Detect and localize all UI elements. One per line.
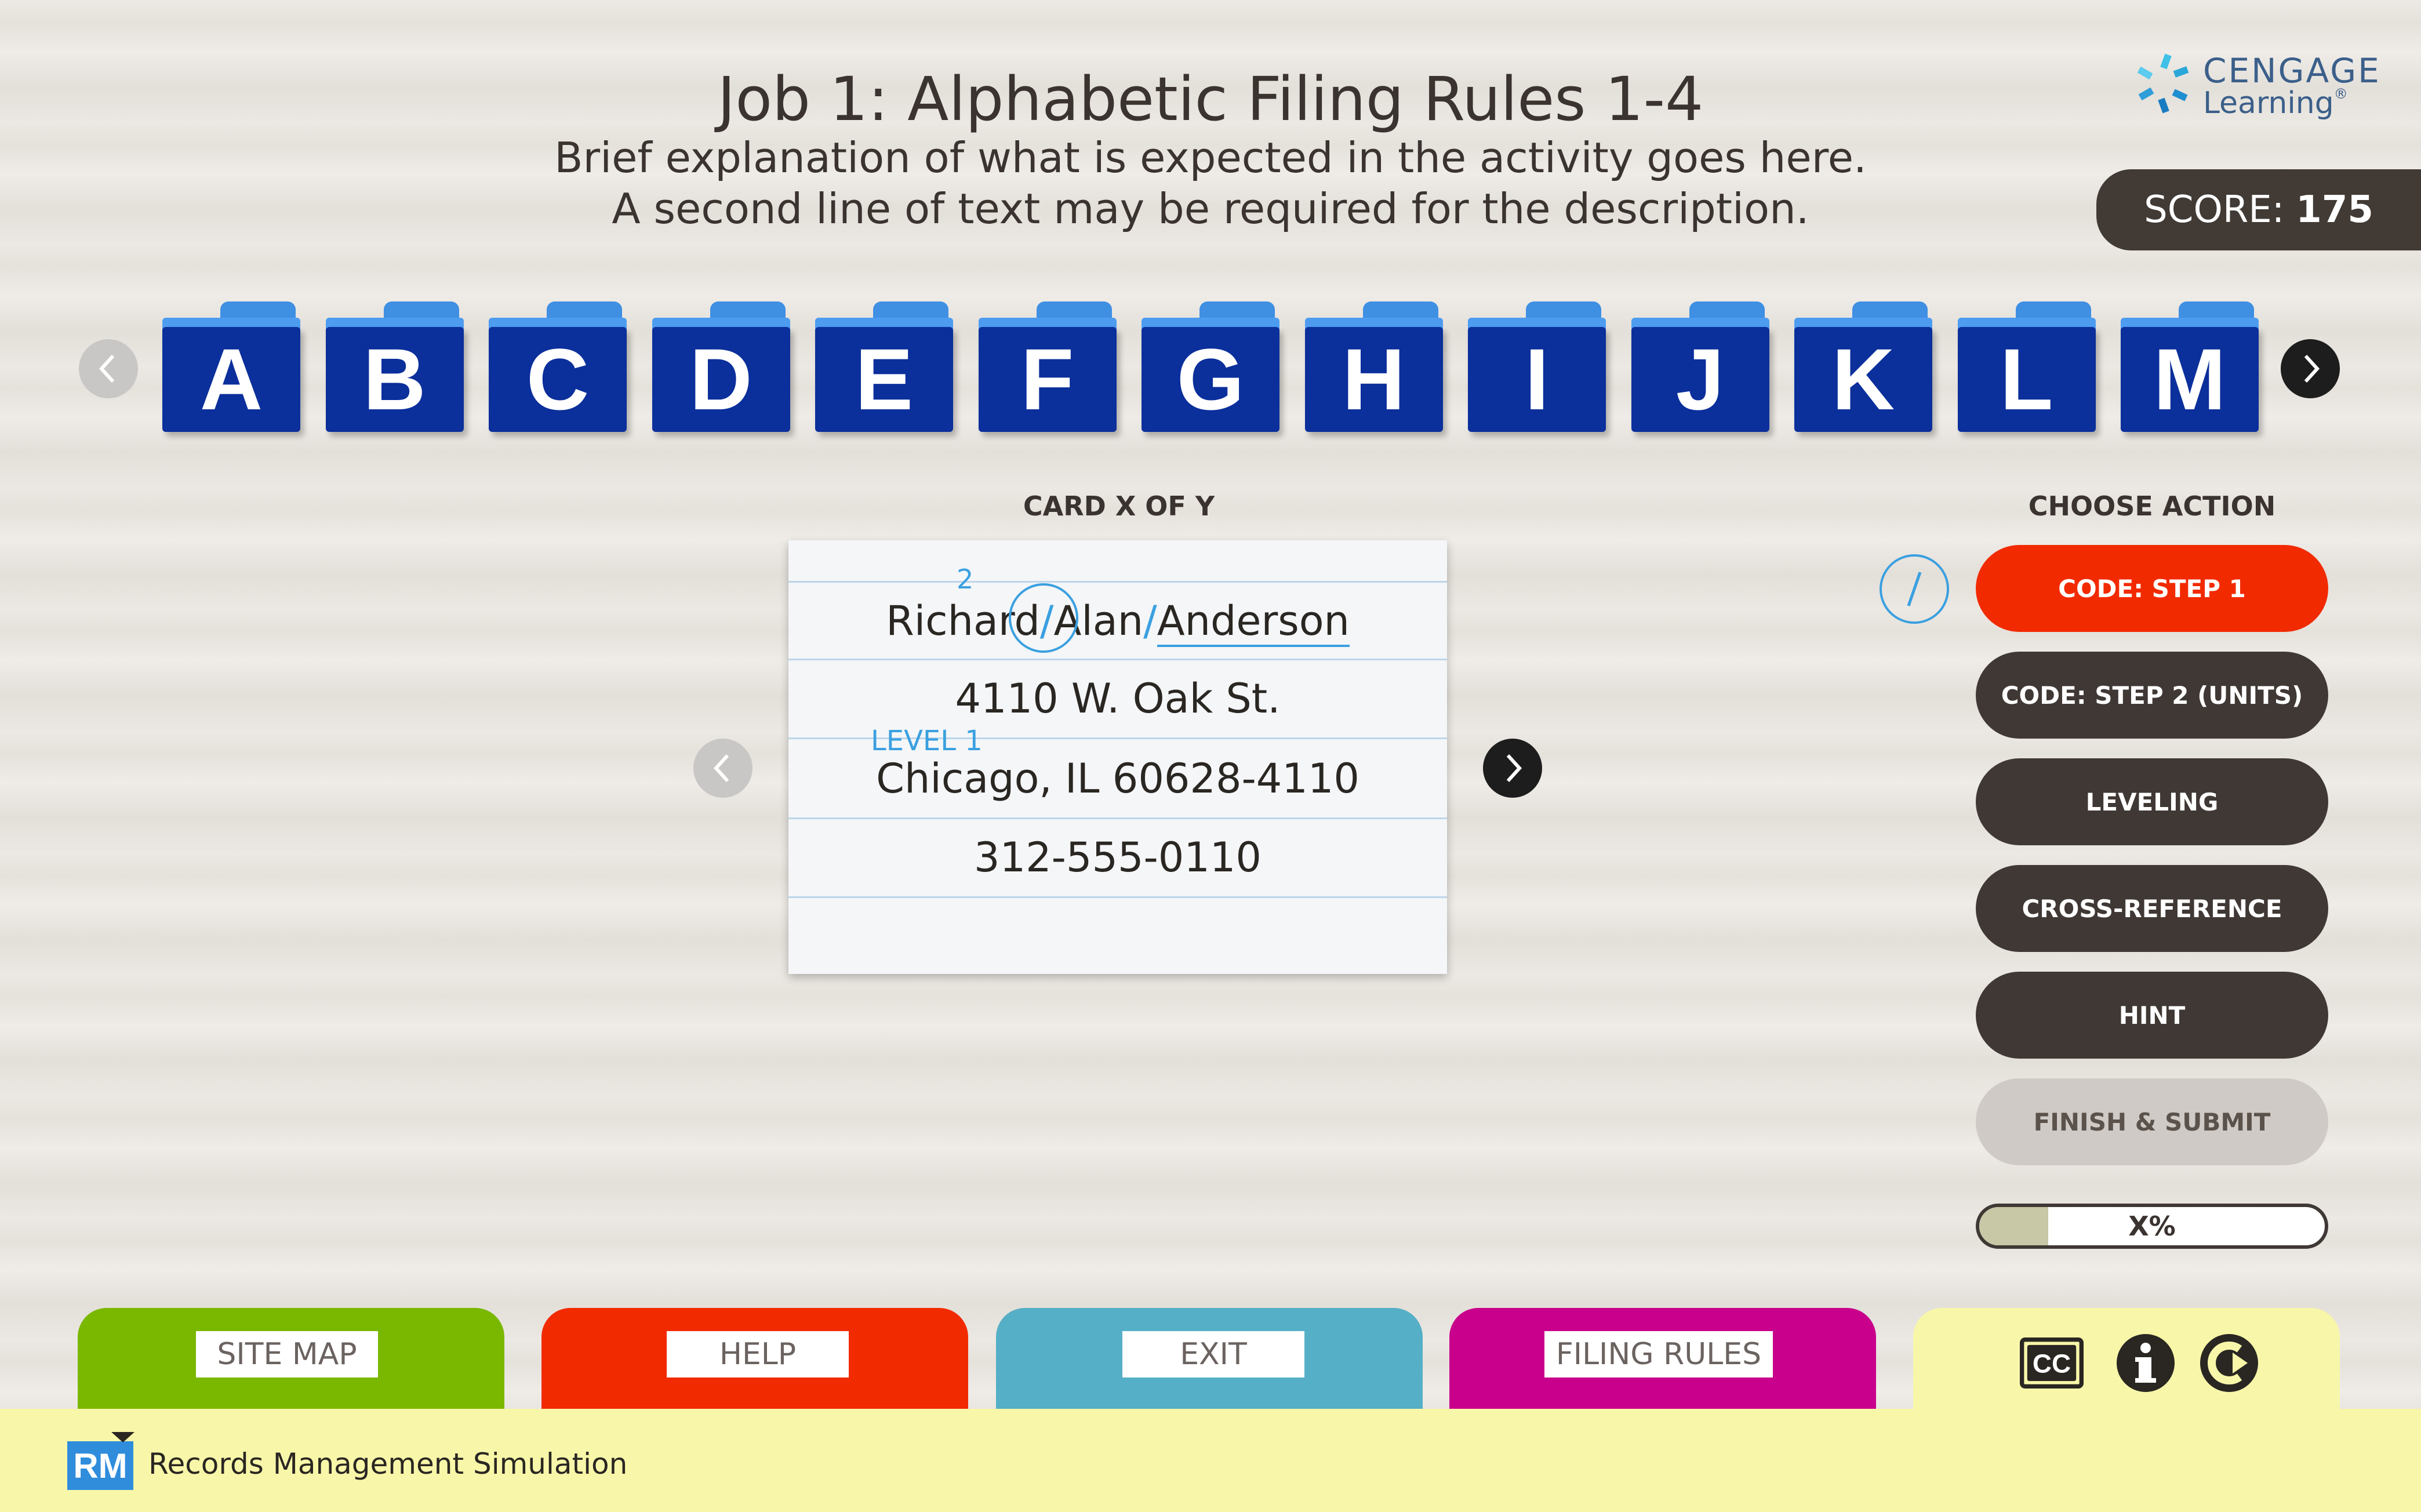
chevron-right-icon bbox=[2304, 354, 2320, 383]
folder-c[interactable]: C bbox=[489, 301, 627, 432]
rm-logo-notch-icon bbox=[111, 1432, 134, 1442]
cengage-star-icon bbox=[2137, 53, 2189, 114]
choose-action-heading: CHOOSE ACTION bbox=[2028, 490, 2276, 522]
closed-captions-button[interactable]: CC bbox=[2020, 1331, 2084, 1395]
page-title: Job 1: Alphabetic Filing Rules 1-4 bbox=[717, 64, 1704, 135]
cengage-logo: CENGAGE Learning® bbox=[2133, 46, 2379, 128]
folder-f[interactable]: F bbox=[978, 301, 1117, 432]
folder-i[interactable]: I bbox=[1468, 301, 1606, 432]
description-line-1: Brief explanation of what is expected in… bbox=[554, 133, 1867, 182]
tab-exit[interactable]: EXIT bbox=[996, 1308, 1423, 1412]
folder-d[interactable]: D bbox=[652, 301, 790, 432]
slash-tool-icon bbox=[1907, 572, 1922, 606]
folder-h[interactable]: H bbox=[1304, 301, 1443, 432]
folders-prev-button[interactable] bbox=[79, 339, 138, 398]
tab-site-map[interactable]: SITE MAP bbox=[78, 1308, 504, 1412]
folder-b[interactable]: B bbox=[325, 301, 464, 432]
tab-help[interactable]: HELP bbox=[541, 1308, 968, 1412]
folder-g[interactable]: G bbox=[1142, 301, 1279, 432]
cengage-c-button[interactable] bbox=[2197, 1331, 2261, 1395]
info-button[interactable] bbox=[2114, 1331, 2178, 1395]
folder-letter[interactable]: A bbox=[162, 327, 300, 432]
tab-filing-rules-label[interactable]: FILING RULES bbox=[1544, 1331, 1773, 1377]
code-step2-button[interactable]: CODE: STEP 2 (UNITS) bbox=[1976, 652, 2328, 739]
folder-letter[interactable]: H bbox=[1304, 327, 1443, 432]
slash-tool-button[interactable] bbox=[1880, 554, 1949, 624]
closed-captions-icon: CC bbox=[2020, 1337, 2084, 1389]
card-phone: 312-555-0110 bbox=[974, 834, 1262, 881]
leveling-button[interactable]: LEVELING bbox=[1976, 758, 2328, 845]
folder-letter[interactable]: C bbox=[489, 327, 627, 432]
folders-next-button[interactable] bbox=[2281, 339, 2340, 398]
tab-help-label[interactable]: HELP bbox=[667, 1331, 849, 1377]
card-city: Chicago, IL 60628-4110 bbox=[876, 755, 1359, 802]
cengage-c-icon bbox=[2200, 1334, 2258, 1392]
folder-letter[interactable]: B bbox=[325, 327, 464, 432]
info-icon bbox=[2117, 1334, 2175, 1392]
tab-exit-label[interactable]: EXIT bbox=[1122, 1331, 1304, 1377]
chevron-right-icon bbox=[1506, 754, 1522, 783]
folder-k[interactable]: K bbox=[1794, 301, 1932, 432]
tab-filing-rules[interactable]: FILING RULES bbox=[1449, 1308, 1876, 1412]
card-next-button[interactable] bbox=[1483, 739, 1542, 798]
unit-number-annotation: 2 bbox=[957, 564, 974, 595]
index-card: 2 Richard/Alan/Anderson 4110 W. Oak St. … bbox=[788, 540, 1447, 974]
folder-letter[interactable]: L bbox=[1957, 327, 2096, 432]
rm-logo: RM bbox=[67, 1441, 133, 1490]
folder-l[interactable]: L bbox=[1957, 301, 2096, 432]
name-last[interactable]: Anderson bbox=[1157, 597, 1350, 647]
folder-letter[interactable]: I bbox=[1468, 327, 1606, 432]
card-prev-button[interactable] bbox=[693, 739, 753, 798]
card-name-line[interactable]: Richard/Alan/Anderson bbox=[788, 597, 1447, 647]
chevron-left-icon bbox=[99, 354, 115, 383]
separator-mark[interactable]: / bbox=[1143, 597, 1157, 645]
chevron-left-icon bbox=[713, 754, 729, 783]
app-name: Records Management Simulation bbox=[148, 1447, 628, 1481]
level-annotation: LEVEL 1 bbox=[871, 725, 983, 757]
folder-a[interactable]: A bbox=[162, 301, 300, 432]
finish-submit-button[interactable]: FINISH & SUBMIT bbox=[1976, 1078, 2328, 1165]
folder-letter[interactable]: D bbox=[652, 327, 790, 432]
progress-bar: X% bbox=[1976, 1204, 2328, 1249]
progress-label: X% bbox=[2128, 1211, 2176, 1242]
folder-letter[interactable]: J bbox=[1631, 327, 1769, 432]
folder-m[interactable]: M bbox=[2121, 301, 2259, 432]
folder-letter[interactable]: E bbox=[815, 327, 953, 432]
code-step1-button[interactable]: CODE: STEP 1 bbox=[1976, 545, 2328, 632]
card-counter: CARD X OF Y bbox=[1023, 490, 1215, 522]
card-address: 4110 W. Oak St. bbox=[955, 675, 1281, 722]
hint-button[interactable]: HINT bbox=[1976, 972, 2328, 1059]
score-value: 175 bbox=[2296, 188, 2373, 231]
svg-text:CC: CC bbox=[2033, 1349, 2071, 1379]
folder-e[interactable]: E bbox=[815, 301, 953, 432]
score-label: SCORE: bbox=[2144, 188, 2285, 231]
selection-cursor-circle bbox=[1009, 583, 1078, 653]
brand-name: CENGAGE bbox=[2203, 51, 2381, 90]
brand-subname: Learning® bbox=[2203, 86, 2348, 121]
folder-letter[interactable]: K bbox=[1794, 327, 1932, 432]
folder-j[interactable]: J bbox=[1631, 301, 1769, 432]
description-line-2: A second line of text may be required fo… bbox=[612, 184, 1809, 233]
cross-reference-button[interactable]: CROSS-REFERENCE bbox=[1976, 865, 2328, 952]
tab-site-map-label[interactable]: SITE MAP bbox=[196, 1331, 378, 1377]
folder-letter[interactable]: M bbox=[2121, 327, 2259, 432]
score-badge: SCORE: 175 bbox=[2096, 169, 2421, 250]
folder-letter[interactable]: F bbox=[978, 327, 1117, 432]
folder-letter[interactable]: G bbox=[1142, 327, 1279, 432]
